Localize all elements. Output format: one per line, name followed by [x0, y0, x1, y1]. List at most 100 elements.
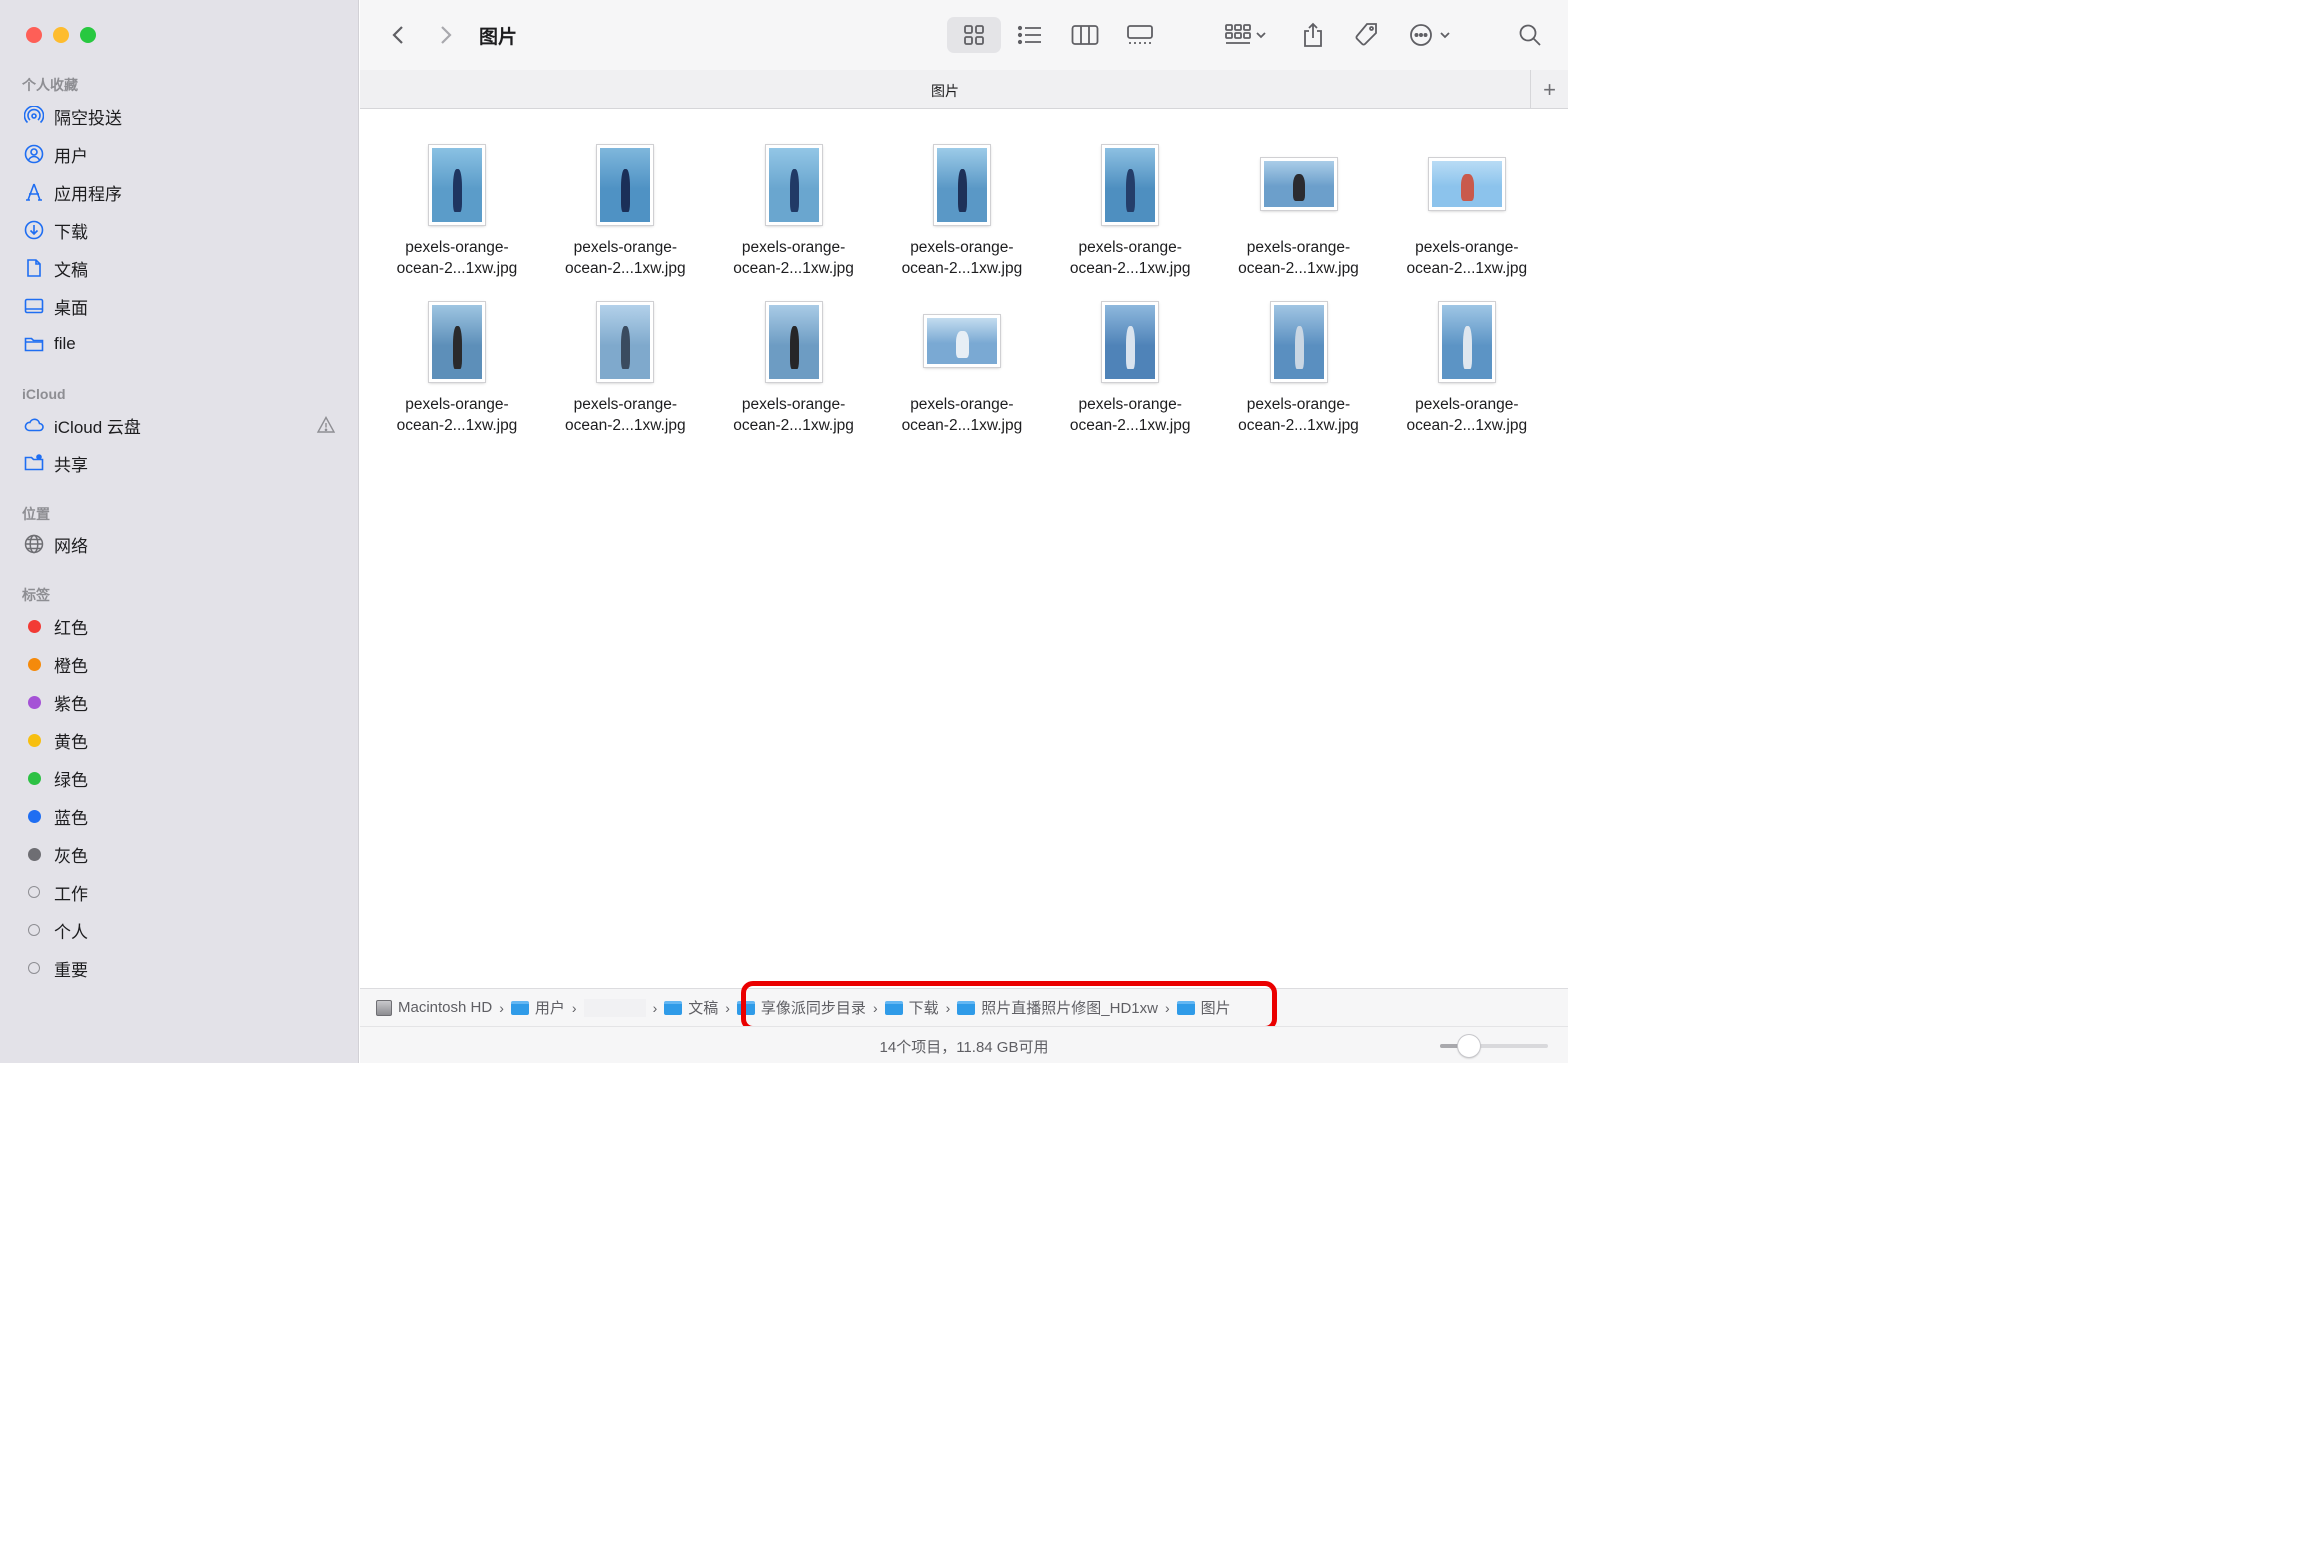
sidebar-item-file[interactable]: file [22, 328, 340, 360]
tag-label: 黄色 [54, 732, 88, 752]
path-crumb[interactable] [583, 998, 646, 1017]
sidebar-item-icloud-drive[interactable]: iCloud 云盘 [22, 409, 340, 441]
file-name-line2: ocean-2...1xw.jpg [901, 417, 1023, 434]
person-figure-icon [621, 325, 631, 369]
person-figure-icon [789, 325, 799, 369]
share-icon [1304, 22, 1322, 47]
person-figure-icon [453, 325, 462, 369]
tag-label: 蓝色 [54, 808, 88, 828]
sidebar-item-label: 桌面 [54, 298, 88, 318]
group-grid-icon [1225, 24, 1251, 44]
tag-dot-yellow-icon [27, 733, 41, 747]
list-view-button[interactable] [1005, 17, 1055, 53]
sidebar-item-downloads[interactable]: 下载 [22, 214, 340, 246]
tag-ring-icon [28, 886, 40, 898]
image-thumbnail [1428, 158, 1505, 210]
tab-current[interactable]: 图片 [360, 81, 1530, 101]
file-item[interactable]: pexels-orange-ocean-2...1xw.jpg [382, 267, 532, 434]
window-title: 图片 [479, 27, 518, 48]
path-crumb[interactable]: 用户 [510, 997, 565, 1018]
search-icon [1519, 24, 1541, 46]
path-crumb[interactable]: Macintosh HD [376, 999, 492, 1016]
file-item[interactable]: pexels-orange-ocean-2...1xw.jpg [887, 267, 1037, 434]
sidebar-item-user[interactable]: 用户 [22, 138, 340, 170]
sidebar-item-airdrop[interactable]: 隔空投送 [22, 100, 340, 132]
column-view-button[interactable] [1060, 17, 1110, 53]
search-button[interactable] [1512, 17, 1548, 53]
group-by-button[interactable] [1220, 17, 1272, 53]
slider-knob[interactable] [1458, 1035, 1481, 1057]
new-tab-button[interactable]: + [1530, 70, 1568, 109]
image-thumbnail [1270, 302, 1327, 382]
tag-label: 红色 [54, 618, 88, 638]
zoom-button[interactable] [80, 27, 96, 43]
file-name-line2: ocean-2...1xw.jpg [733, 417, 854, 434]
image-thumbnail [1438, 302, 1495, 382]
tag-red[interactable]: 红色 [22, 610, 340, 642]
file-item[interactable]: pexels-orange-ocean-2...1xw.jpg [550, 267, 700, 434]
close-button[interactable] [26, 27, 42, 43]
path-crumb[interactable]: 文稿 [664, 997, 718, 1018]
back-button[interactable] [382, 17, 414, 53]
file-name-line1: pexels-orange- [1078, 239, 1182, 256]
section-title-tags: 标签 [22, 587, 50, 603]
tag-dot-orange-icon [27, 657, 41, 671]
tag-personal[interactable]: 个人 [22, 914, 340, 946]
file-item[interactable]: pexels-orange-ocean-2...1xw.jpg [1055, 267, 1205, 434]
tag-yellow[interactable]: 黄色 [22, 724, 340, 756]
tag-label: 个人 [54, 922, 88, 942]
warning-icon[interactable] [316, 415, 336, 440]
tag-dot-red-icon [27, 619, 41, 633]
tag-gray[interactable]: 灰色 [22, 838, 340, 870]
file-item[interactable]: pexels-orange-ocean-2...1xw.jpg [1224, 110, 1374, 277]
sidebar-item-network[interactable]: 网络 [22, 528, 340, 560]
file-name-line1: pexels-orange- [910, 239, 1014, 256]
file-item[interactable]: pexels-orange-ocean-2...1xw.jpg [887, 110, 1037, 277]
tag-purple[interactable]: 紫色 [22, 686, 340, 718]
chevron-right-icon: › [725, 999, 730, 1016]
gallery-icon [1127, 25, 1153, 44]
tag-work[interactable]: 工作 [22, 876, 340, 908]
file-item[interactable]: pexels-orange-ocean-2...1xw.jpg [550, 110, 700, 277]
share-button[interactable] [1295, 17, 1331, 53]
file-item[interactable]: pexels-orange-ocean-2...1xw.jpg [719, 110, 869, 277]
person-figure-icon [1126, 168, 1136, 212]
file-item[interactable]: pexels-orange-ocean-2...1xw.jpg [382, 110, 532, 277]
person-figure-icon [1292, 173, 1306, 201]
section-title-icloud: iCloud [22, 386, 66, 402]
file-name-line1: pexels-orange- [573, 239, 677, 256]
gallery-view-button[interactable] [1115, 17, 1165, 53]
hard-drive-icon [376, 999, 392, 1016]
shared-folder-icon [22, 451, 46, 475]
sidebar-item-documents[interactable]: 文稿 [22, 252, 340, 284]
minimize-button[interactable] [53, 27, 69, 43]
icon-size-slider[interactable] [1440, 1035, 1548, 1057]
path-crumb-label: Macintosh HD [398, 999, 493, 1016]
chevron-right-icon: › [499, 999, 504, 1016]
sidebar-item-shared[interactable]: 共享 [22, 447, 340, 479]
window-controls [26, 27, 96, 43]
image-thumbnail [765, 302, 822, 382]
file-item[interactable]: pexels-orange-ocean-2...1xw.jpg [719, 267, 869, 434]
more-actions-button[interactable] [1405, 17, 1455, 53]
person-figure-icon [1294, 325, 1304, 369]
tag-orange[interactable]: 橙色 [22, 648, 340, 680]
file-item[interactable]: pexels-orange-ocean-2...1xw.jpg [1392, 267, 1542, 434]
tag-label: 工作 [54, 884, 88, 904]
file-item[interactable]: pexels-orange-ocean-2...1xw.jpg [1392, 110, 1542, 277]
image-thumbnail [429, 145, 485, 225]
file-item[interactable]: pexels-orange-ocean-2...1xw.jpg [1224, 267, 1374, 434]
sidebar-item-desktop[interactable]: 桌面 [22, 290, 340, 322]
chevron-right-icon: › [652, 999, 658, 1016]
section-title-locations: 位置 [22, 506, 50, 522]
image-thumbnail [597, 145, 654, 225]
tags-button[interactable] [1348, 17, 1384, 53]
file-item[interactable]: pexels-orange-ocean-2...1xw.jpg [1055, 110, 1205, 277]
icon-view-button[interactable] [947, 17, 1001, 53]
tag-blue[interactable]: 蓝色 [22, 800, 340, 832]
tag-green[interactable]: 绿色 [22, 762, 340, 794]
tag-important[interactable]: 重要 [22, 952, 340, 984]
sidebar-item-applications[interactable]: 应用程序 [22, 176, 340, 208]
forward-button[interactable] [430, 17, 462, 53]
file-name-line1: pexels-orange- [573, 396, 677, 413]
